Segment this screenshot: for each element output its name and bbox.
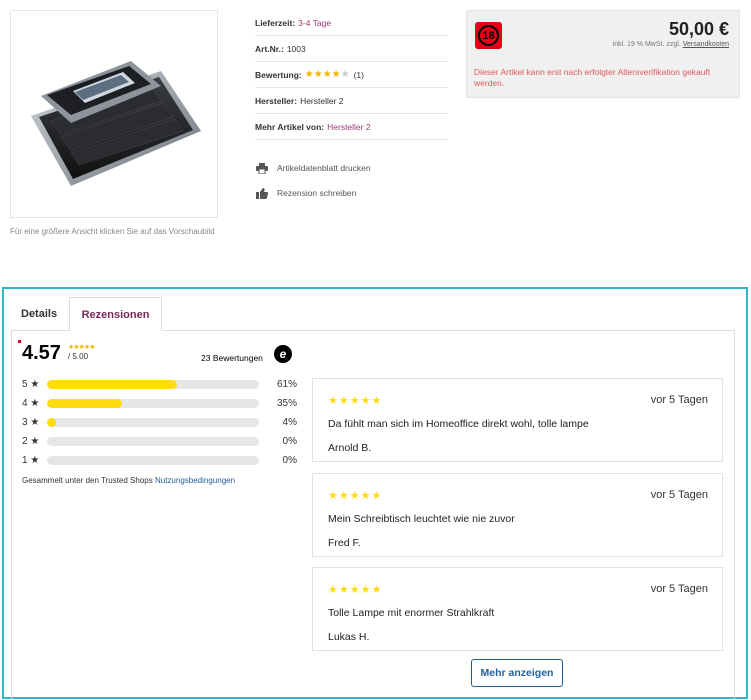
review-text: Da fühlt man sich im Homeoffice direkt w… (328, 418, 589, 430)
tab-details[interactable]: Details (11, 297, 67, 331)
age-badge-text: 18 (478, 25, 499, 46)
review-author: Fred F. (328, 537, 361, 549)
review-author: Arnold B. (328, 442, 372, 454)
score-max: / 5.00 (68, 352, 89, 361)
show-more-button[interactable]: Mehr anzeigen (471, 659, 563, 687)
distribution-bar (47, 379, 260, 389)
distribution-percent: 35% (276, 397, 297, 409)
print-datasheet-label: Artikeldatenblatt drucken (277, 163, 371, 173)
score-stars: ★★★★★ (68, 344, 95, 351)
collected-text: Gesammelt unter den Trusted Shops (22, 476, 153, 485)
product-info: Lieferzeit: 3-4 Tage Art.Nr.: 1003 Bewer… (255, 10, 448, 203)
distribution-percent: 61% (276, 378, 297, 390)
distribution-label: 1 ★ (22, 454, 40, 466)
rating-row: Bewertung: ★★★★★ (1) (255, 62, 448, 88)
review-time: vor 5 Tagen (650, 394, 708, 406)
vat-text: inkl. 19 % MwSt. zzgl. (612, 41, 681, 48)
rating-distribution-row[interactable]: 2 ★ 0% (22, 434, 297, 448)
terms-link[interactable]: Nutzungsbedingungen (155, 476, 235, 485)
artnr-value: 1003 (286, 43, 306, 54)
review-time: vor 5 Tagen (650, 583, 708, 595)
manufacturer-label: Hersteller: (255, 95, 298, 106)
rating-stars[interactable]: ★★★★★ (305, 69, 350, 80)
review-stars: ★★★★★ (328, 490, 383, 502)
age-18-badge-icon: 18 (475, 22, 502, 49)
rating-distribution-row[interactable]: 3 ★ 4% (22, 415, 297, 429)
delivery-label: Lieferzeit: (255, 17, 296, 28)
review-author: Lukas H. (328, 631, 370, 643)
distribution-percent: 0% (282, 435, 297, 447)
tab-reviews[interactable]: Rezensionen (69, 297, 162, 331)
review-text: Tolle Lampe mit enormer Strahlkraft (328, 607, 495, 619)
distribution-bar (47, 436, 260, 446)
shipping-costs-link[interactable]: Versandkosten (683, 41, 729, 48)
age-verification-note: Dieser Artikel kann erst nach erfolgter … (474, 67, 711, 88)
image-hint: Für eine größere Ansicht klicken Sie auf… (10, 227, 215, 236)
rating-distribution-row[interactable]: 1 ★ 0% (22, 453, 297, 467)
vat-note: inkl. 19 % MwSt. zzgl. Versandkosten (613, 41, 729, 48)
review-stars: ★★★★★ (328, 395, 383, 407)
distribution-bar (47, 398, 260, 408)
distribution-fill (47, 417, 56, 427)
review-time: vor 5 Tagen (650, 489, 708, 501)
distribution-fill (47, 379, 177, 389)
distribution-percent: 4% (282, 416, 297, 428)
print-datasheet-link[interactable]: Artikeldatenblatt drucken (255, 158, 448, 178)
review-card: ★★★★★ vor 5 Tagen Tolle Lampe mit enormer … (312, 567, 723, 651)
thumbs-up-icon (255, 187, 269, 199)
star-icon: ★ (313, 69, 323, 80)
review-text: Mein Schreibtisch leuchtet wie nie zuvor (328, 513, 515, 525)
review-card: ★★★★★ vor 5 Tagen Mein Schreibtisch leucht… (312, 473, 723, 557)
rating-count[interactable]: (1) (354, 70, 364, 80)
delivery-value: 3-4 Tage (298, 17, 332, 28)
star-icon: ★ (340, 69, 350, 80)
distribution-bar (47, 455, 260, 465)
star-icon: ★ (331, 69, 341, 80)
rating-distribution-row[interactable]: 4 ★ 35% (22, 396, 297, 410)
score-marker (18, 340, 21, 343)
artnr-label: Art.Nr.: (255, 43, 284, 54)
delivery-row: Lieferzeit: 3-4 Tage (255, 10, 448, 36)
trusted-shops-logo-icon[interactable]: e (274, 345, 292, 363)
manufacturer-value: Hersteller 2 (300, 95, 344, 106)
distribution-label: 2 ★ (22, 435, 40, 447)
distribution-label: 4 ★ (22, 397, 40, 409)
distribution-label: 3 ★ (22, 416, 40, 428)
distribution-fill (47, 398, 122, 408)
price-box: 18 50,00 € inkl. 19 % MwSt. zzgl. Versan… (466, 10, 740, 98)
write-review-link[interactable]: Rezension schreiben (255, 183, 448, 203)
review-count: 23 Bewertungen (201, 353, 263, 363)
distribution-label: 5 ★ (22, 378, 40, 390)
more-articles-row: Mehr Artikel von: Hersteller 2 (255, 114, 448, 140)
collected-note: Gesammelt unter den Trusted Shops Nutzun… (22, 476, 235, 485)
rating-label: Bewertung: (255, 69, 302, 80)
star-icon: ★ (322, 69, 332, 80)
price: 50,00 € (668, 19, 729, 39)
rating-distribution-row[interactable]: 5 ★ 61% (22, 377, 297, 391)
review-card: ★★★★★ vor 5 Tagen Da fühlt man sich im Hom… (312, 378, 723, 462)
distribution-percent: 0% (282, 454, 297, 466)
manufacturer-row: Hersteller: Hersteller 2 (255, 88, 448, 114)
printer-icon (255, 162, 269, 174)
more-articles-link[interactable]: Hersteller 2 (327, 122, 370, 132)
star-icon: ★ (304, 69, 314, 80)
write-review-label: Rezension schreiben (277, 188, 357, 198)
average-score: 4.57 (22, 342, 61, 364)
distribution-bar (47, 417, 260, 427)
more-articles-label: Mehr Artikel von: (255, 121, 325, 132)
review-stars: ★★★★★ (328, 584, 383, 596)
artnr-row: Art.Nr.: 1003 (255, 36, 448, 62)
product-image[interactable] (10, 10, 218, 218)
